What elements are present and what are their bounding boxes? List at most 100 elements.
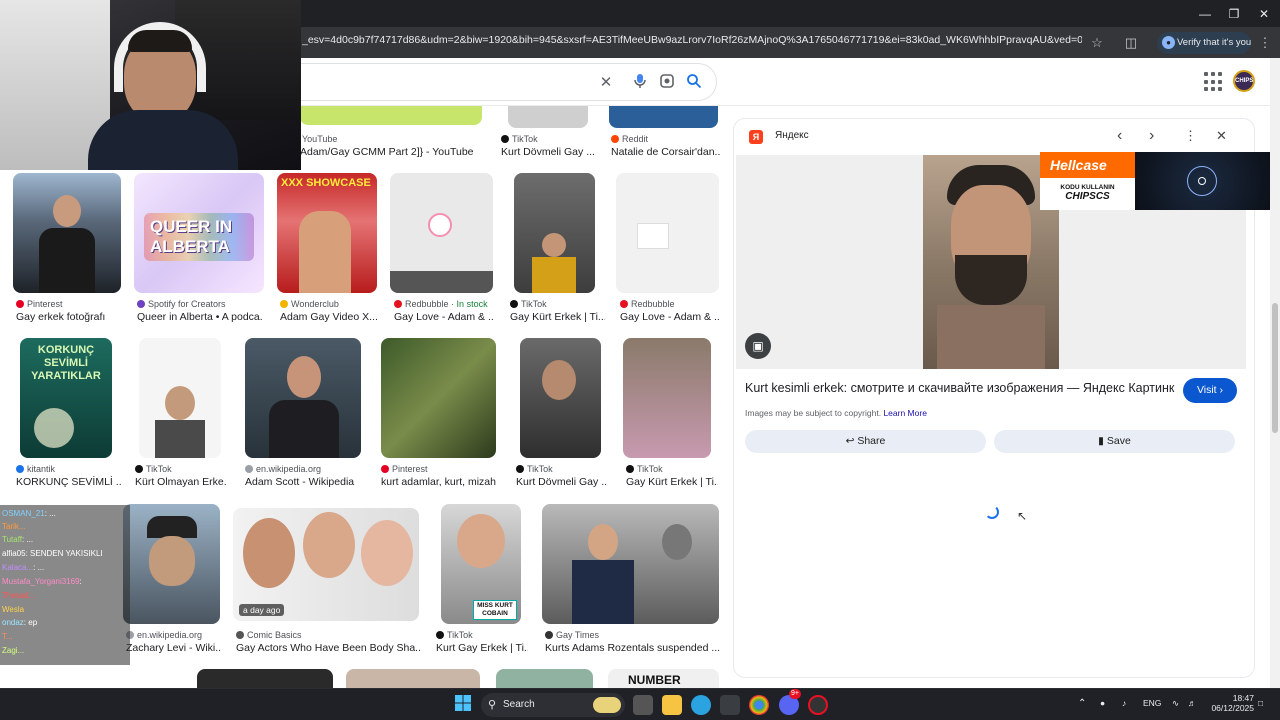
result-caption[interactable]: Gay Kürt Erkek | Ti... — [626, 476, 718, 488]
scrollbar-thumb[interactable] — [1272, 303, 1278, 433]
result-image[interactable] — [346, 669, 480, 688]
chat-message: Zagi... — [2, 646, 25, 655]
visual-search-icon[interactable]: ▣ — [745, 333, 771, 359]
result-source: Pinterest — [381, 464, 428, 474]
result-image[interactable]: NUMBER — [608, 669, 719, 688]
learn-more-link[interactable]: Learn More — [883, 408, 926, 418]
result-caption[interactable]: Kürt Olmayan Erke... — [135, 476, 227, 488]
result-image[interactable] — [13, 173, 121, 293]
store-icon[interactable] — [720, 695, 740, 715]
result-source: Gay Times — [545, 630, 599, 640]
result-image[interactable]: MISS KURT COBAIN — [441, 504, 521, 624]
result-caption[interactable]: Gay Kürt Erkek | Ti... — [510, 311, 605, 323]
result-image[interactable] — [542, 504, 719, 624]
result-image[interactable] — [381, 338, 496, 458]
google-apps-icon[interactable] — [1204, 72, 1224, 92]
close-icon[interactable]: ✕ — [1249, 4, 1279, 24]
result-image[interactable] — [609, 106, 718, 128]
result-source: en.wikipedia.org — [245, 464, 321, 474]
result-caption[interactable]: Kurts Adams Rozentals suspended ... — [545, 642, 720, 654]
visit-button[interactable]: Visit › — [1183, 378, 1237, 403]
result-image[interactable] — [616, 173, 719, 293]
result-image[interactable]: QUEER IN ALBERTA — [134, 173, 264, 293]
result-image[interactable] — [508, 106, 588, 128]
result-caption[interactable]: Gay Love - Adam & ... — [620, 311, 720, 323]
result-caption[interactable]: Adam/Gay GCMM Part 2]} - YouTube — [300, 146, 490, 158]
result-image[interactable] — [623, 338, 711, 458]
file-explorer-icon[interactable] — [662, 695, 682, 715]
result-image[interactable] — [245, 338, 361, 458]
page-scrollbar[interactable] — [1270, 58, 1280, 688]
chat-message: Kalaca...: ... — [2, 563, 45, 572]
bookmark-star-icon[interactable]: ☆ — [1088, 34, 1106, 52]
lens-icon[interactable] — [657, 73, 677, 93]
tray-overflow-icon[interactable]: ⌃ — [1078, 698, 1086, 709]
obs-icon[interactable] — [808, 695, 828, 715]
close-panel-icon[interactable]: ✕ — [1216, 128, 1227, 144]
result-source: en.wikipedia.org — [126, 630, 202, 640]
result-caption[interactable]: Gay Actors Who Have Been Body Sha... — [236, 642, 421, 654]
save-button[interactable]: ▮ Save — [994, 430, 1235, 453]
more-options-icon[interactable]: ⋮ — [1184, 128, 1197, 144]
result-image[interactable] — [139, 338, 221, 458]
clock[interactable]: 18:47 06/12/2025 — [1206, 693, 1254, 713]
taskbar-search[interactable]: ⚲ Search — [481, 693, 625, 717]
task-view-icon[interactable] — [633, 695, 653, 715]
result-image[interactable]: a day ago — [233, 508, 419, 621]
result-caption[interactable]: Gay erkek fotoğrafı — [16, 311, 126, 323]
chrome-icon[interactable] — [749, 695, 769, 715]
result-caption[interactable]: Kurt Dövmeli Gay ... — [516, 476, 608, 488]
discord-tray-icon[interactable]: ● — [1100, 698, 1105, 708]
wifi-icon[interactable]: ∿ — [1172, 698, 1179, 709]
microphone-tray-icon[interactable]: ♪ — [1122, 698, 1126, 708]
result-caption[interactable]: Kurt Dövmeli Gay ... — [501, 146, 601, 158]
result-image[interactable] — [520, 338, 601, 458]
maximize-icon[interactable]: ❐ — [1219, 4, 1249, 24]
result-caption[interactable]: Zachary Levi - Wiki... — [126, 642, 221, 654]
microphone-icon[interactable] — [630, 73, 650, 93]
result-caption[interactable]: Kurt Gay Erkek | Ti... — [436, 642, 528, 654]
verify-identity-button[interactable]: ● Verify that it's you — [1157, 32, 1251, 54]
search-icon: ⚲ — [488, 699, 497, 711]
account-avatar[interactable]: CHIPS — [1233, 70, 1255, 92]
result-image[interactable] — [496, 669, 593, 688]
share-button[interactable]: ↩ Share — [745, 430, 986, 453]
result-image[interactable] — [514, 173, 595, 293]
panel-title[interactable]: Kurt kesimli erkek: смотрите и скачивайт… — [745, 381, 1175, 395]
result-caption[interactable]: KORKUNÇ SEVİMLİ ... — [16, 476, 121, 488]
volume-icon[interactable]: ♬ — [1188, 698, 1197, 708]
search-input[interactable]: ✕ — [230, 63, 717, 101]
hellcase-overlay: Hellcase KODU KULLANIN CHIPSCS — [1040, 152, 1270, 210]
start-windows-icon[interactable] — [453, 695, 473, 715]
extensions-icon[interactable]: ◫ — [1122, 34, 1140, 52]
previous-icon[interactable]: ‹ — [1117, 127, 1122, 145]
screen: — ❐ ✕ _esv=4d0c9b7f74717d86&udm=2&biw=19… — [0, 0, 1280, 720]
search-icon[interactable] — [684, 73, 704, 93]
minimize-icon[interactable]: — — [1190, 4, 1220, 24]
result-caption[interactable]: Adam Gay Video X... — [280, 311, 380, 323]
language-indicator[interactable]: ENG — [1143, 698, 1161, 708]
menu-icon[interactable]: ⋮ — [1256, 34, 1274, 52]
result-image[interactable]: KORKUNÇ SEVİMLİ YARATIKLAR — [20, 338, 112, 458]
result-source: YouTube — [302, 134, 338, 144]
result-image[interactable] — [197, 669, 333, 688]
result-image[interactable] — [300, 106, 482, 125]
result-image[interactable]: XXX SHOWCASE — [277, 173, 377, 293]
clear-icon[interactable]: ✕ — [596, 73, 616, 93]
hellcase-code: CHIPSCS — [1065, 191, 1110, 202]
next-icon[interactable]: › — [1149, 127, 1154, 145]
edge-icon[interactable] — [691, 695, 711, 715]
webcam-overlay — [0, 0, 301, 170]
result-caption[interactable]: Natalie de Corsair'dan... — [611, 146, 721, 158]
result-caption[interactable]: kurt adamlar, kurt, mizah — [381, 476, 501, 488]
profile-icon: ● — [1162, 36, 1175, 49]
result-caption[interactable]: Queer in Alberta • A podca... — [137, 311, 262, 323]
result-caption[interactable]: Gay Love - Adam & ... — [394, 311, 494, 323]
result-caption[interactable]: Adam Scott - Wikipedia — [245, 476, 365, 488]
thumb-text: KORKUNÇ SEVİMLİ YARATIKLAR — [31, 344, 101, 382]
result-image[interactable] — [123, 504, 220, 624]
discord-icon[interactable]: 9+ — [779, 689, 801, 715]
url-field[interactable]: _esv=4d0c9b7f74717d86&udm=2&biw=1920&bih… — [302, 34, 1082, 51]
notifications-icon[interactable]: □ — [1258, 698, 1263, 708]
result-image[interactable] — [390, 173, 493, 293]
